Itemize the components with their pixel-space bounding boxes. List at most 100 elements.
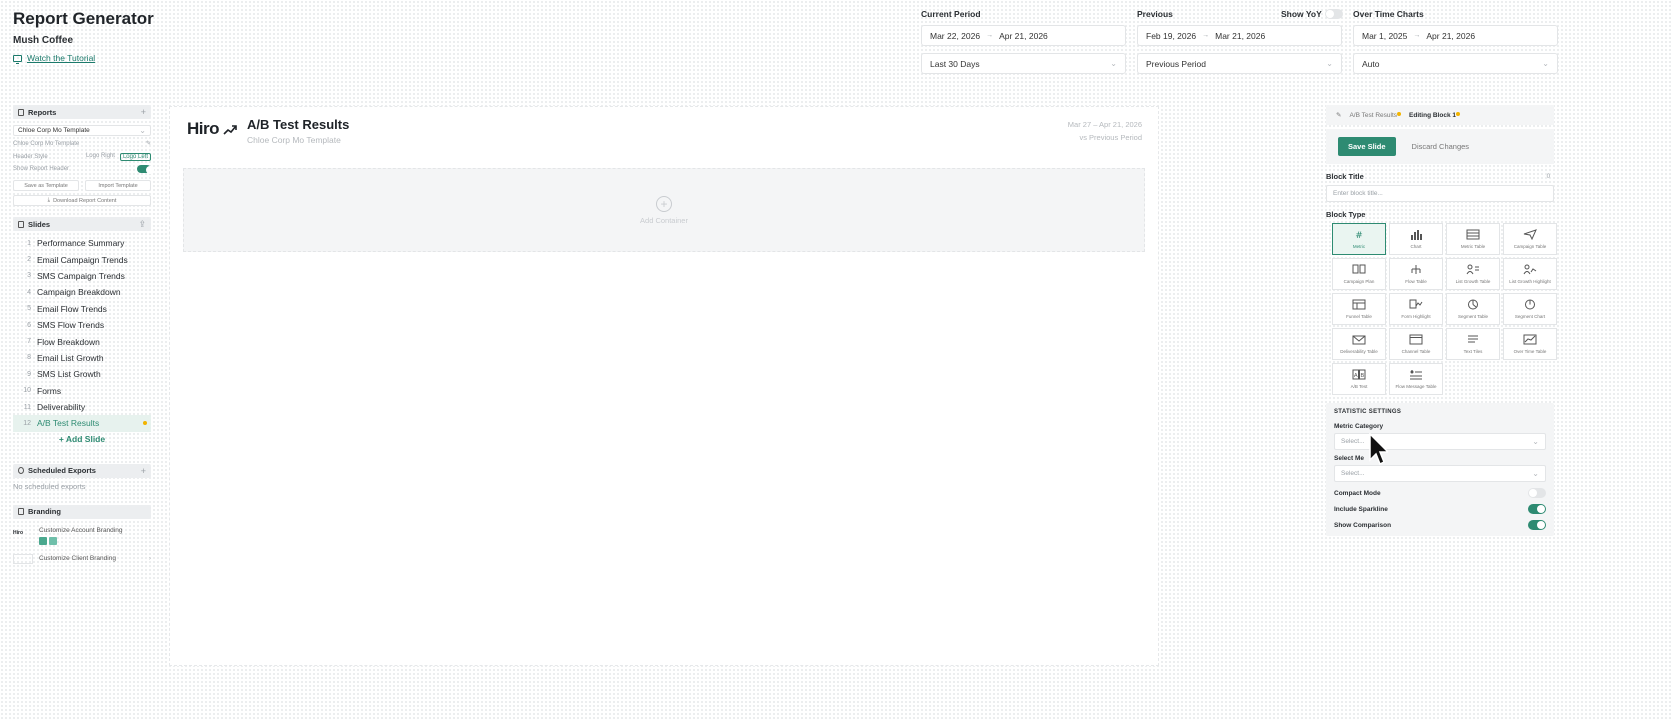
block-type-label: Text Tiles <box>1463 349 1483 354</box>
overtime-date-range[interactable]: Mar 1, 2025 → Apr 21, 2026 <box>1353 25 1558 46</box>
upload-icon[interactable]: ⇪ <box>138 219 146 230</box>
editor-actions: Save Slide Discard Changes <box>1326 129 1554 164</box>
tutorial-link[interactable]: Watch the Tutorial <box>13 53 95 64</box>
add-container-button[interactable]: + Add Container <box>183 168 1145 252</box>
slide-number: 2 <box>27 256 31 264</box>
statistic-settings: STATISTIC SETTINGS Metric Category Selec… <box>1326 403 1554 536</box>
tab-block[interactable]: Editing Block 1 <box>1409 111 1460 119</box>
block-type-option[interactable]: A B A/B Test <box>1332 363 1386 395</box>
slide-label: SMS List Growth <box>37 369 101 380</box>
slide-item[interactable]: 2 Email Campaign Trends <box>13 251 151 267</box>
slide-number: 10 <box>23 387 31 395</box>
slide-item[interactable]: 11 Deliverability <box>13 399 151 415</box>
text-icon <box>1466 334 1480 346</box>
block-type-option[interactable]: Deliverability Table <box>1332 328 1386 360</box>
slide-item[interactable]: 12 A/B Test Results <box>13 415 151 432</box>
pie-chart-icon <box>1523 299 1537 311</box>
block-type-option[interactable]: # Metric <box>1332 223 1386 255</box>
previous-preset-value: Previous Period <box>1146 58 1207 69</box>
slide-date-range: Mar 27 – Apr 21, 2026 <box>1067 120 1142 129</box>
slide-item[interactable]: 10 Forms <box>13 383 151 399</box>
save-template-button[interactable]: Save as Template <box>13 180 79 191</box>
download-report-button[interactable]: ⤓ Download Report Content <box>13 195 151 206</box>
compact-mode-toggle[interactable] <box>1528 488 1546 498</box>
add-slide-button[interactable]: + Add Slide <box>13 434 151 444</box>
show-report-header-toggle[interactable] <box>137 165 154 174</box>
block-type-label: Over Time Table <box>1513 349 1547 354</box>
slides-list: 1 Performance Summary 2 Email Campaign Tren… <box>13 235 151 432</box>
block-title-count: 0 <box>1546 173 1550 180</box>
clock-icon <box>18 467 24 475</box>
template-name-row: Chloe Corp Mo Template ✎ <box>13 140 151 148</box>
tab-slide-label: A/B Test Results <box>1349 111 1398 119</box>
overtime-preset-select[interactable]: Auto ⌄ <box>1353 53 1558 74</box>
comparison-toggle[interactable] <box>1528 520 1546 530</box>
bar-chart-icon <box>1409 229 1423 241</box>
chevron-right-icon: › <box>148 555 151 563</box>
select-metric-value: Select... <box>1341 470 1365 477</box>
slide-item[interactable]: 4 Campaign Breakdown <box>13 284 151 300</box>
current-period-preset-select[interactable]: Last 30 Days ⌄ <box>921 53 1126 74</box>
block-type-option[interactable]: Text Tiles <box>1446 328 1500 360</box>
slide-item[interactable]: 5 Email Flow Trends <box>13 301 151 317</box>
sparkline-toggle[interactable] <box>1528 504 1546 514</box>
select-metric-select[interactable]: Select... ⌄ <box>1334 465 1546 482</box>
color-swatch <box>49 536 57 545</box>
edit-icon: ✎ <box>1336 112 1342 119</box>
block-type-option[interactable]: Campaign Plan <box>1332 258 1386 290</box>
slide-item[interactable]: 6 SMS Flow Trends <box>13 317 151 333</box>
template-select[interactable]: Chloe Corp Mo Template ⌄ <box>13 125 151 136</box>
slide-item[interactable]: 7 Flow Breakdown <box>13 333 151 349</box>
block-type-option[interactable]: Segment Table <box>1446 293 1500 325</box>
block-type-option[interactable]: Flow Table <box>1389 258 1443 290</box>
line-chart-icon <box>1523 334 1537 346</box>
metric-category-select[interactable]: Select... ⌄ <box>1334 433 1546 450</box>
block-title-input[interactable]: Enter block title... <box>1326 185 1554 202</box>
slide-subtitle: Chloe Corp Mo Template <box>247 135 341 145</box>
show-yoy-toggle[interactable] <box>1325 9 1343 19</box>
slide-item[interactable]: 9 SMS List Growth <box>13 366 151 382</box>
slide-item[interactable]: 3 SMS Campaign Trends <box>13 268 151 284</box>
import-template-button[interactable]: Import Template <box>85 180 151 191</box>
account-branding-item[interactable]: Hiro Customize Account Branding › <box>13 527 151 545</box>
mouse-cursor-icon <box>1369 433 1388 466</box>
block-type-option[interactable]: Chart <box>1389 223 1443 255</box>
block-type-option[interactable]: Campaign Table <box>1503 223 1557 255</box>
current-period-date-range[interactable]: Mar 22, 2026 → Apr 21, 2026 <box>921 25 1126 46</box>
slide-label: Deliverability <box>37 402 86 413</box>
block-type-option[interactable]: Funnel Table <box>1332 293 1386 325</box>
block-type-option[interactable]: Flow Message Table <box>1389 363 1443 395</box>
block-type-option[interactable]: Over Time Table <box>1503 328 1557 360</box>
save-slide-button[interactable]: Save Slide <box>1338 137 1396 156</box>
slide-item[interactable]: 1 Performance Summary <box>13 235 151 251</box>
block-title-label: Block Title <box>1326 172 1364 181</box>
block-type-label: Segment Chart <box>1514 314 1546 319</box>
block-type-label: Campaign Plan <box>1343 279 1375 284</box>
discard-changes-button[interactable]: Discard Changes <box>1412 142 1470 151</box>
tab-slide[interactable]: A/B Test Results <box>1349 111 1402 119</box>
plus-icon[interactable]: + <box>141 466 146 476</box>
unsaved-badge <box>1397 111 1402 116</box>
slide-label: Performance Summary <box>37 238 125 249</box>
block-type-option[interactable]: Segment Chart <box>1503 293 1557 325</box>
logo-left-option[interactable]: Logo Left <box>119 153 151 161</box>
metric-category-value: Select... <box>1341 438 1365 445</box>
block-type-option[interactable]: Metric Table <box>1446 223 1500 255</box>
edit-icon[interactable]: ✎ <box>146 140 151 147</box>
logo-right-option[interactable]: Logo Right <box>84 153 117 161</box>
block-type-option[interactable]: Channel Table <box>1389 328 1443 360</box>
block-type-option[interactable]: List Growth Table <box>1446 258 1500 290</box>
header-style-label: Header Style <box>13 154 48 160</box>
previous-period-date-range[interactable]: Feb 19, 2026 → Mar 21, 2026 <box>1137 25 1342 46</box>
slide-item[interactable]: 8 Email List Growth <box>13 350 151 366</box>
client-branding-item[interactable]: Customize Client Branding › <box>13 553 151 564</box>
block-type-grid: # Metric Chart Metric Table Campaign Table Ca… <box>1326 223 1557 395</box>
block-type-option[interactable]: List Growth Highlight <box>1503 258 1557 290</box>
block-type-option[interactable]: Form Highlight <box>1389 293 1443 325</box>
previous-period-preset-select[interactable]: Previous Period ⌄ <box>1137 53 1342 74</box>
slide-label: Email Flow Trends <box>37 303 107 314</box>
slide-number: 11 <box>23 403 31 411</box>
plus-icon[interactable]: + <box>141 107 146 117</box>
compact-mode-label: Compact Mode <box>1334 489 1381 497</box>
chevron-down-icon: ⌄ <box>1326 59 1333 68</box>
